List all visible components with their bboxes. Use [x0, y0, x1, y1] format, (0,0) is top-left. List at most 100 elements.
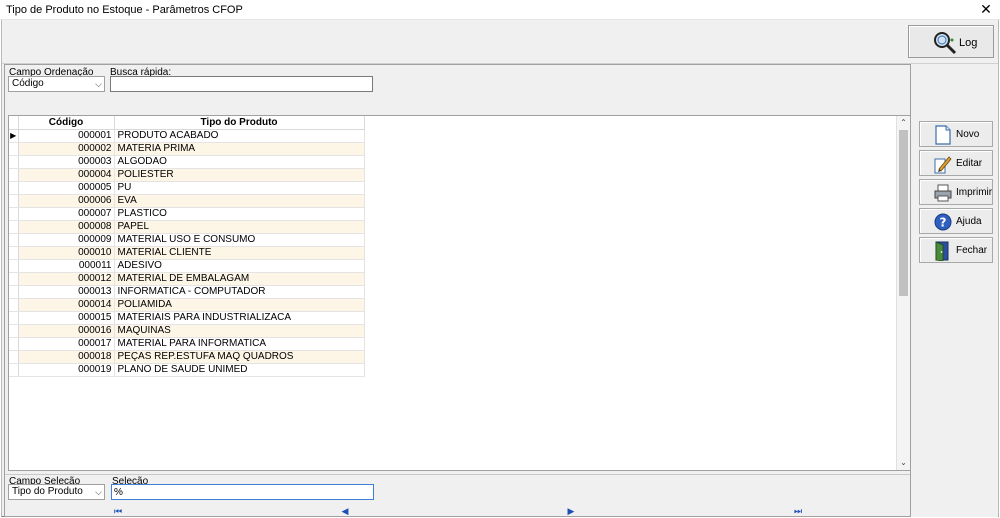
- help-button[interactable]: ? Ajuda: [919, 208, 993, 234]
- cell-code[interactable]: 000017: [18, 337, 115, 351]
- cell-product-type[interactable]: MATERIAL PARA INFORMATICA: [114, 337, 365, 351]
- cell-product-type[interactable]: PEÇAS REP.ESTUFA MAQ QUADROS: [114, 350, 365, 364]
- cell-product-type[interactable]: MATERIAL CLIENTE: [114, 246, 365, 260]
- previous-record-icon[interactable]: ◀: [338, 505, 352, 518]
- cell-product-type[interactable]: MATERIA PRIMA: [114, 142, 365, 156]
- cell-code[interactable]: 000006: [18, 194, 115, 208]
- cell-product-type[interactable]: INFORMATICA - COMPUTADOR: [114, 285, 365, 299]
- edit-button[interactable]: Editar: [919, 150, 993, 176]
- cell-code[interactable]: 000012: [18, 272, 115, 286]
- cell-code[interactable]: 000007: [18, 207, 115, 221]
- table-row[interactable]: 000019 PLANO DE SAUDE UNIMED: [9, 363, 365, 377]
- window-title: Tipo de Produto no Estoque - Parâmetros …: [6, 4, 243, 16]
- help-button-label: Ajuda: [956, 216, 982, 227]
- row-indicator: [9, 207, 19, 221]
- cell-code[interactable]: 000010: [18, 246, 115, 260]
- cell-code[interactable]: 000001: [18, 129, 115, 143]
- edit-button-label: Editar: [956, 158, 983, 169]
- cell-product-type[interactable]: PLANO DE SAUDE UNIMED: [114, 363, 365, 377]
- selection-value-input[interactable]: [111, 484, 374, 500]
- chevron-down-icon: ⌵: [95, 79, 102, 89]
- order-field-select[interactable]: Código ⌵: [8, 76, 105, 92]
- cell-product-type[interactable]: MATERIAL DE EMBALAGAM: [114, 272, 365, 286]
- cell-code[interactable]: 000011: [18, 259, 115, 273]
- table-row[interactable]: 000003 ALGODAO: [9, 155, 365, 169]
- column-header-type[interactable]: Tipo do Produto: [114, 116, 365, 130]
- cell-product-type[interactable]: PLASTICO: [114, 207, 365, 221]
- table-row[interactable]: 000010 MATERIAL CLIENTE: [9, 246, 365, 260]
- cell-product-type[interactable]: PU: [114, 181, 365, 195]
- table-row[interactable]: 000009 MATERIAL USO E CONSUMO: [9, 233, 365, 247]
- row-indicator: [9, 220, 19, 234]
- cell-code[interactable]: 000019: [18, 363, 115, 377]
- cell-product-type[interactable]: MAQUINAS: [114, 324, 365, 338]
- print-button-label: Imprimir: [956, 187, 993, 198]
- row-indicator: ▶: [9, 129, 19, 143]
- cell-code[interactable]: 000008: [18, 220, 115, 234]
- next-record-icon[interactable]: ▶: [564, 505, 578, 518]
- table-row[interactable]: 000018 PEÇAS REP.ESTUFA MAQ QUADROS: [9, 350, 365, 364]
- row-indicator: [9, 155, 19, 169]
- table-row[interactable]: 000002 MATERIA PRIMA: [9, 142, 365, 156]
- scroll-thumb[interactable]: [899, 130, 908, 296]
- cell-code[interactable]: 000015: [18, 311, 115, 325]
- cell-product-type[interactable]: POLIAMIDA: [114, 298, 365, 312]
- row-indicator: [9, 233, 19, 247]
- cell-code[interactable]: 000013: [18, 285, 115, 299]
- cell-product-type[interactable]: POLIESTER: [114, 168, 365, 182]
- cell-code[interactable]: 000014: [18, 298, 115, 312]
- cell-product-type[interactable]: PRODUTO ACABADO: [114, 129, 365, 143]
- cell-code[interactable]: 000009: [18, 233, 115, 247]
- scroll-up-arrow-icon[interactable]: ⌃: [897, 116, 910, 130]
- cell-code[interactable]: 000018: [18, 350, 115, 364]
- table-row[interactable]: 000017 MATERIAL PARA INFORMATICA: [9, 337, 365, 351]
- cell-product-type[interactable]: PAPEL: [114, 220, 365, 234]
- table-row[interactable]: 000013 INFORMATICA - COMPUTADOR: [9, 285, 365, 299]
- row-indicator: [9, 298, 19, 312]
- close-button[interactable]: ✕: [972, 0, 1000, 20]
- table-row[interactable]: 000007 PLASTICO: [9, 207, 365, 221]
- new-button-label: Novo: [956, 129, 980, 140]
- cell-code[interactable]: 000016: [18, 324, 115, 338]
- table-row[interactable]: ▶ 000001 PRODUTO ACABADO: [9, 129, 365, 143]
- table-row[interactable]: 000012 MATERIAL DE EMBALAGAM: [9, 272, 365, 286]
- cell-product-type[interactable]: EVA: [114, 194, 365, 208]
- quick-search-input[interactable]: [110, 76, 373, 92]
- row-indicator: [9, 285, 19, 299]
- table-row[interactable]: 000015 MATERIAIS PARA INDUSTRIALIZACA: [9, 311, 365, 325]
- product-type-grid[interactable]: Código Tipo do Produto ▶ 000001 PRODUTO AC…: [8, 115, 911, 471]
- row-indicator: [9, 168, 19, 182]
- cell-code[interactable]: 000004: [18, 168, 115, 182]
- table-row[interactable]: 000014 POLIAMIDA: [9, 298, 365, 312]
- table-row[interactable]: 000004 POLIESTER: [9, 168, 365, 182]
- close-form-button[interactable]: Fechar: [919, 237, 993, 263]
- table-row[interactable]: 000011 ADESIVO: [9, 259, 365, 273]
- cell-code[interactable]: 000002: [18, 142, 115, 156]
- log-button[interactable]: Log: [908, 25, 994, 58]
- last-record-icon[interactable]: ⏭: [791, 505, 805, 518]
- cell-code[interactable]: 000003: [18, 155, 115, 169]
- cell-product-type[interactable]: MATERIAL USO E CONSUMO: [114, 233, 365, 247]
- cell-product-type[interactable]: ADESIVO: [114, 259, 365, 273]
- cell-code[interactable]: 000005: [18, 181, 115, 195]
- table-row[interactable]: 000008 PAPEL: [9, 220, 365, 234]
- table-row[interactable]: 000006 EVA: [9, 194, 365, 208]
- table-row[interactable]: 000005 PU: [9, 181, 365, 195]
- cell-product-type[interactable]: ALGODAO: [114, 155, 365, 169]
- print-button[interactable]: Imprimir: [919, 179, 993, 205]
- cell-product-type[interactable]: MATERIAIS PARA INDUSTRIALIZACA: [114, 311, 365, 325]
- table-row[interactable]: 000016 MAQUINAS: [9, 324, 365, 338]
- vertical-scrollbar[interactable]: ⌃ ⌄: [896, 116, 910, 470]
- scroll-down-arrow-icon[interactable]: ⌄: [897, 456, 910, 470]
- magnifier-icon: [934, 32, 957, 55]
- first-record-icon[interactable]: ⏮: [111, 505, 125, 518]
- row-indicator: [9, 259, 19, 273]
- column-header-code[interactable]: Código: [18, 116, 115, 130]
- indicator-header: [9, 116, 19, 130]
- new-button[interactable]: Novo: [919, 121, 993, 147]
- printer-icon: [934, 184, 952, 202]
- selection-field-select[interactable]: Tipo do Produto ⌵: [8, 484, 105, 500]
- exit-door-icon: [935, 241, 949, 261]
- divider: [5, 474, 910, 475]
- log-button-label: Log: [959, 37, 978, 49]
